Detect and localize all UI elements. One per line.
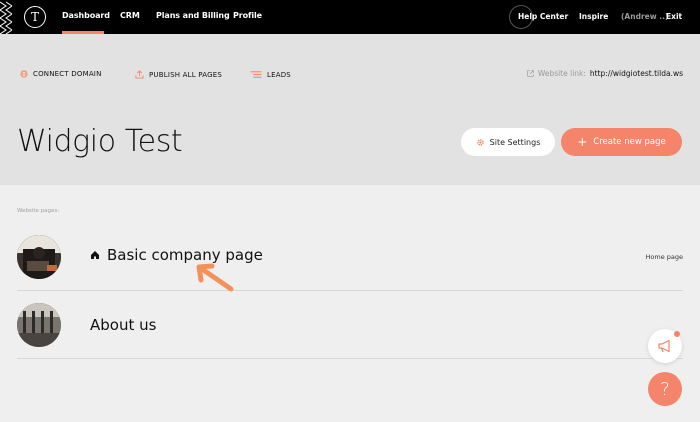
leads-label: LEADS	[267, 70, 291, 79]
publish-all-label: PUBLISH ALL PAGES	[149, 70, 222, 79]
zigzag-icon	[0, 1, 12, 34]
page-thumbnail	[17, 235, 61, 279]
create-page-label: Create new page	[593, 137, 666, 147]
page-thumbnail	[17, 303, 61, 347]
globe-icon	[20, 70, 28, 78]
site-settings-label: Site Settings	[489, 137, 541, 147]
notification-dot	[674, 331, 680, 337]
home-icon	[91, 251, 99, 259]
create-page-button[interactable]: + Create new page	[561, 128, 682, 156]
page-title-label: Basic company page	[107, 246, 263, 264]
leads-button[interactable]: LEADS	[250, 70, 291, 79]
help-center-link[interactable]: Help Center	[518, 12, 568, 21]
exit-link[interactable]: Exit	[666, 12, 682, 21]
website-link[interactable]: Website link: http://widgiotest.tilda.ws	[527, 69, 683, 78]
nav-dashboard[interactable]: Dashboard	[62, 11, 110, 20]
site-settings-button[interactable]: Site Settings	[461, 128, 555, 156]
question-icon: ?	[660, 378, 670, 400]
nav-plans-billing[interactable]: Plans and Billing	[156, 11, 230, 20]
project-title: Widgio Test	[17, 124, 183, 159]
arrow-annotation-icon	[196, 263, 234, 292]
nav-crm[interactable]: CRM	[120, 11, 140, 20]
top-navigation-bar: T Dashboard CRM Plans and Billing Profil…	[0, 0, 700, 34]
page-title-about-us[interactable]: About us	[90, 316, 156, 334]
website-link-label: Website link:	[537, 69, 586, 78]
leads-icon	[250, 71, 262, 78]
logo-letter: T	[30, 10, 39, 24]
gear-icon	[476, 138, 484, 146]
tilda-logo[interactable]: T	[24, 6, 46, 28]
help-button[interactable]: ?	[648, 372, 682, 406]
pages-section-label: Website pages:	[17, 208, 60, 214]
website-link-url[interactable]: http://widgiotest.tilda.ws	[590, 69, 683, 78]
publish-all-button[interactable]: PUBLISH ALL PAGES	[135, 70, 222, 79]
external-link-icon	[527, 70, 534, 77]
plus-icon: +	[577, 135, 588, 149]
page-row-about-us[interactable]: About us	[17, 292, 683, 359]
user-name[interactable]: (Andrew ..)	[621, 12, 668, 21]
connect-domain-label: CONNECT DOMAIN	[33, 70, 102, 78]
nav-profile[interactable]: Profile	[233, 11, 262, 20]
page-row-basic-company[interactable]: Basic company page Home page	[17, 224, 683, 291]
connect-domain-button[interactable]: CONNECT DOMAIN	[20, 70, 102, 78]
inspire-link[interactable]: Inspire	[579, 12, 608, 21]
page-title-label: About us	[90, 316, 157, 334]
upload-icon	[135, 70, 144, 79]
home-page-tag: Home page	[645, 253, 684, 261]
project-header: CONNECT DOMAIN PUBLISH ALL PAGES LEADS W…	[0, 34, 700, 185]
megaphone-icon	[658, 339, 670, 353]
